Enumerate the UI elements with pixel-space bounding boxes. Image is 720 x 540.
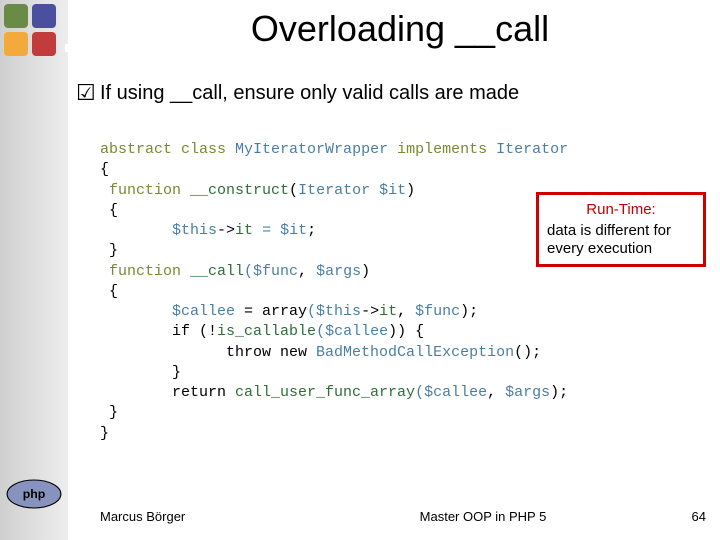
php-logo-icon: php — [6, 478, 62, 510]
code-func: __call — [190, 263, 244, 280]
code-class: BadMethodCallException — [316, 344, 514, 361]
slide: php Overloading __call ☑ If using __call… — [0, 0, 720, 540]
code-text: { — [100, 283, 118, 300]
code-var: = $it — [262, 222, 307, 239]
callout-body: data is different for every execution — [547, 222, 695, 258]
code-text: { — [100, 202, 118, 219]
code-text: ); — [460, 303, 478, 320]
code-text: , — [487, 384, 505, 401]
code-var: ($callee — [316, 323, 388, 340]
bar-icon — [80, 34, 83, 52]
code-class: IteratorWrapper — [253, 141, 397, 158]
code-keyword: implements — [397, 141, 496, 158]
code-text: )) { — [388, 323, 424, 340]
left-strip: php — [0, 0, 68, 540]
code-text: } — [100, 425, 109, 442]
code-text: , — [397, 303, 415, 320]
code-var: ($func — [244, 263, 298, 280]
code-class: Iterator — [298, 182, 379, 199]
code-var: $func — [415, 303, 460, 320]
code-func: call_user_func_array — [235, 384, 415, 401]
bar-icon — [70, 38, 73, 52]
code-keyword: abstract class — [100, 141, 235, 158]
bar-icon — [65, 44, 68, 52]
code-text: throw new — [100, 344, 316, 361]
code-var: ($this — [307, 303, 361, 320]
footer-page: 64 — [646, 509, 706, 524]
code-text: return — [100, 384, 235, 401]
logo-square-green — [4, 4, 28, 28]
code-text: , — [298, 263, 316, 280]
code-text: (); — [514, 344, 541, 361]
code-text: -> — [217, 222, 235, 239]
code-text: = array — [244, 303, 307, 320]
code-class: Iterator — [496, 141, 568, 158]
footer-title: Master OOP in PHP 5 — [320, 509, 646, 524]
code-var: $callee — [100, 303, 244, 320]
svg-text:php: php — [23, 487, 46, 501]
code-text: -> — [361, 303, 379, 320]
slide-title: Overloading __call — [90, 8, 710, 50]
code-var: $it — [379, 182, 406, 199]
code-text: { — [100, 161, 109, 178]
logo-square-red — [32, 32, 56, 56]
bar-icon — [75, 42, 78, 52]
code-text: ; — [307, 222, 316, 239]
code-func: __construct — [190, 182, 289, 199]
code-text: } — [100, 242, 118, 259]
code-text: } — [100, 364, 181, 381]
code-prop: it — [379, 303, 397, 320]
logo-square-orange — [4, 32, 28, 56]
code-func: is_callable — [217, 323, 316, 340]
callout-title: Run-Time: — [547, 201, 695, 218]
code-text: ( — [289, 182, 298, 199]
code-class: My — [235, 141, 253, 158]
logo-square-blue — [32, 4, 56, 28]
footer-author: Marcus Börger — [100, 509, 320, 524]
logo-squares — [4, 4, 60, 60]
code-text: ) — [361, 263, 370, 280]
code-var: ($callee — [415, 384, 487, 401]
code-text: } — [100, 404, 118, 421]
code-prop: it — [235, 222, 262, 239]
code-text: ) — [406, 182, 415, 199]
code-var: $args — [505, 384, 550, 401]
checkmark-icon: ☑ — [76, 80, 96, 106]
code-var: $args — [316, 263, 361, 280]
bullet-text: If using __call, ensure only valid calls… — [100, 82, 519, 105]
callout-box: Run-Time: data is different for every ex… — [536, 192, 706, 267]
code-var: $this — [100, 222, 217, 239]
code-keyword: function — [100, 182, 190, 199]
code-text: if (! — [100, 323, 217, 340]
footer: Marcus Börger Master OOP in PHP 5 64 — [100, 509, 706, 524]
code-block: abstract class MyIteratorWrapper impleme… — [100, 140, 700, 444]
code-keyword: function — [100, 263, 190, 280]
code-text: ); — [550, 384, 568, 401]
